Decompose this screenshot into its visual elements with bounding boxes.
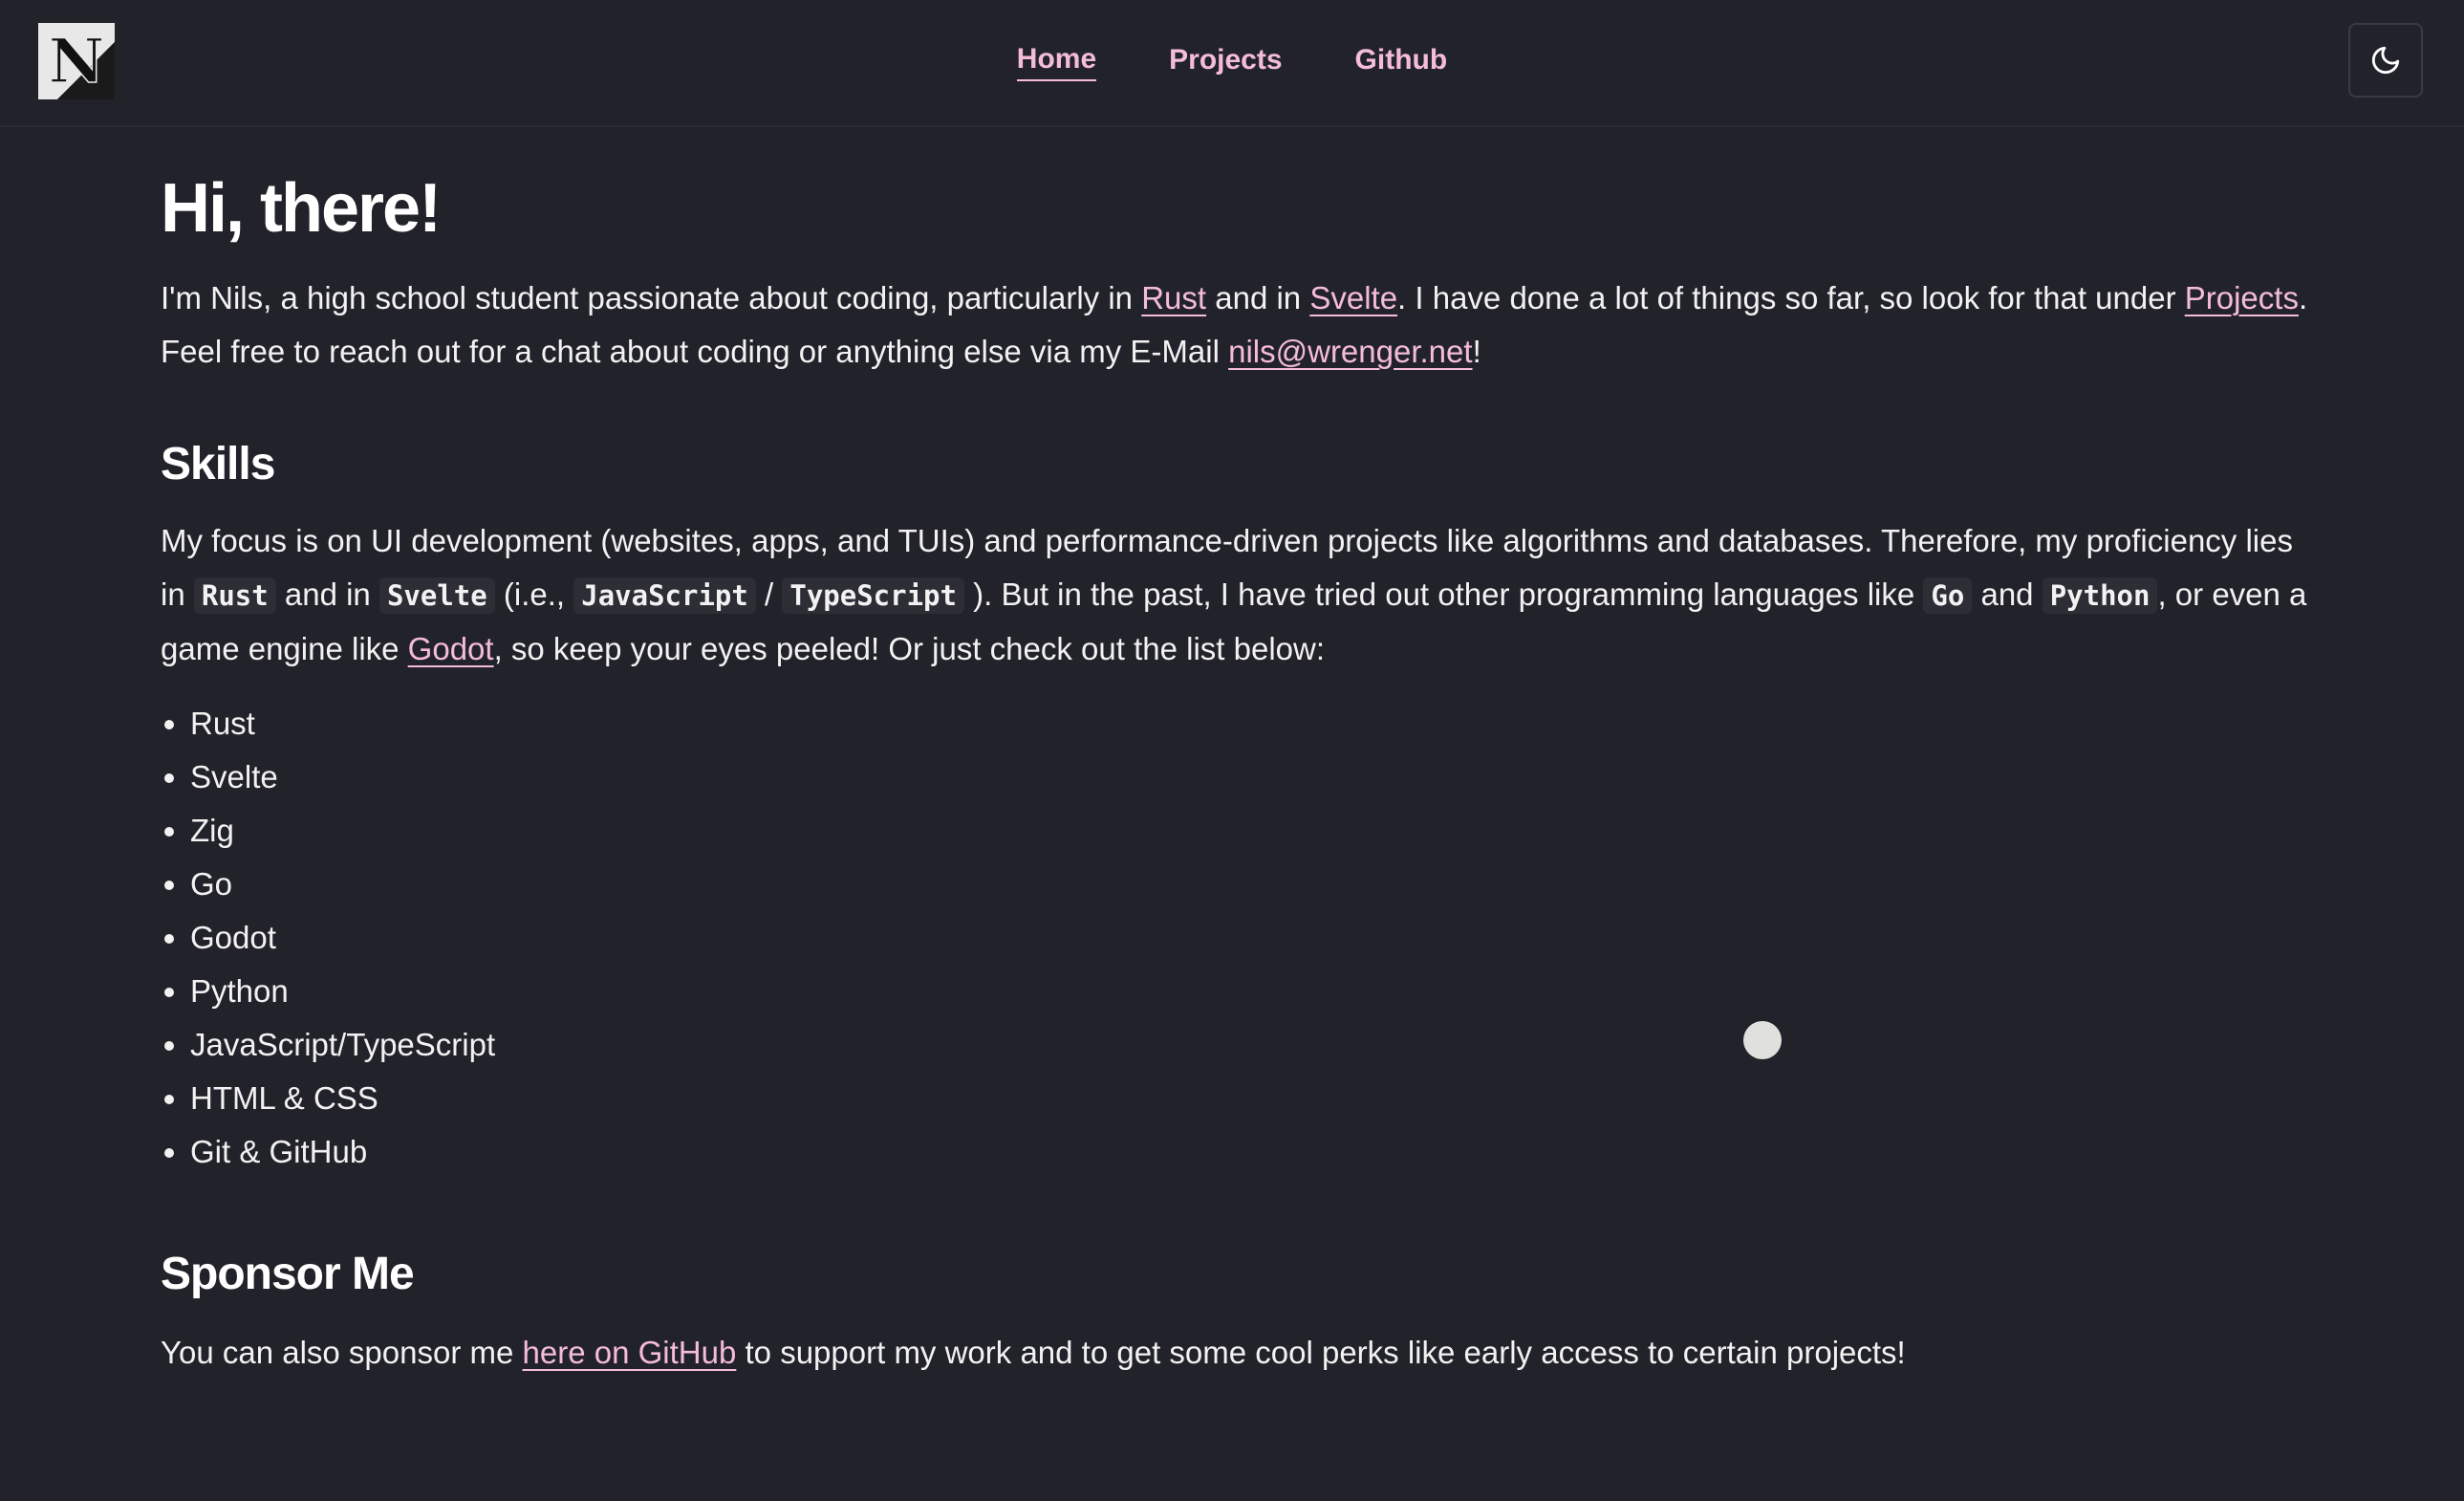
rust-link[interactable]: Rust [1141,280,1206,315]
github-sponsor-link[interactable]: here on GitHub [523,1335,737,1370]
list-item: Svelte [161,750,2321,804]
email-link[interactable]: nils@wrenger.net [1228,334,1472,369]
godot-link[interactable]: Godot [408,631,494,666]
svelte-link[interactable]: Svelte [1309,280,1397,315]
code-svelte: Svelte [378,577,495,614]
nav-link-github[interactable]: Github [1355,44,1448,80]
intro-text: I'm Nils, a high school student passiona… [161,280,1142,315]
projects-link[interactable]: Projects [2185,280,2299,315]
skills-text: , so keep your eyes peeled! Or just chec… [493,631,1326,666]
list-item: Go [161,858,2321,911]
skills-text: / [755,576,783,612]
intro-text: ! [1472,334,1481,369]
list-item: Rust [161,697,2321,750]
skills-text: ). But in the past, I have tried out oth… [963,576,1924,612]
code-python: Python [2042,577,2158,614]
list-item: Godot [161,911,2321,965]
list-item: Git & GitHub [161,1125,2321,1179]
code-typescript: TypeScript [782,577,964,614]
list-item: JavaScript/TypeScript [161,1018,2321,1072]
sponsor-text: You can also sponsor me [161,1335,523,1370]
skills-list: Rust Svelte Zig Go Godot Python JavaScri… [161,697,2321,1179]
intro-paragraph: I'm Nils, a high school student passiona… [161,272,2321,379]
nav-links: Home Projects Github [0,0,2464,124]
code-go: Go [1923,577,1973,614]
sponsor-text: to support my work and to get some cool … [736,1335,1906,1370]
list-item: HTML & CSS [161,1072,2321,1125]
moon-icon [2371,46,2400,75]
navbar: N Home Projects Github [0,0,2464,127]
mouse-cursor [1743,1021,1782,1059]
sponsor-paragraph: You can also sponsor me here on GitHub t… [161,1326,2321,1380]
sponsor-heading: Sponsor Me [161,1249,415,1299]
code-javascript: JavaScript [573,577,756,614]
skills-heading: Skills [161,439,275,489]
code-rust: Rust [193,577,276,614]
intro-text: and in [1206,280,1310,315]
theme-toggle-button[interactable] [2348,23,2423,98]
nav-link-home[interactable]: Home [1016,43,1097,81]
list-item: Zig [161,804,2321,858]
skills-text: and in [275,576,379,612]
page-title: Hi, there! [161,170,442,247]
skills-text: and [1972,576,2043,612]
skills-paragraph: My focus is on UI development (websites,… [161,514,2321,676]
nav-link-projects[interactable]: Projects [1169,44,1282,80]
intro-text: . I have done a lot of things so far, so… [1397,280,2185,315]
skills-text: (i.e., [494,576,574,612]
list-item: Python [161,965,2321,1018]
main-content: Hi, there! I'm Nils, a high school stude… [161,163,2321,1380]
